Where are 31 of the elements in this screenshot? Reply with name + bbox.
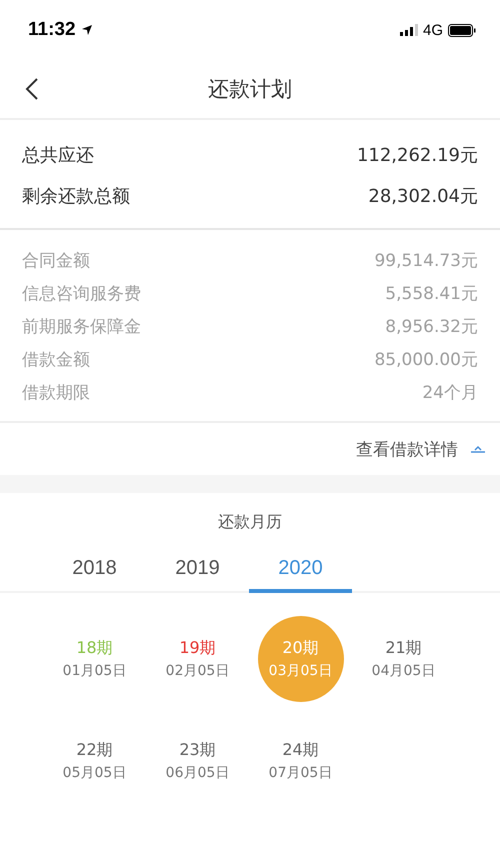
year-tab[interactable]: 2018 <box>43 549 146 593</box>
detail-value: 85,000.00元 <box>374 349 478 371</box>
network-label: 4G <box>422 22 443 38</box>
detail-label: 信息咨询服务费 <box>22 283 141 305</box>
period-item[interactable]: 19期 02月05日 <box>154 616 240 702</box>
period-item[interactable]: 18期 01月05日 <box>52 616 138 702</box>
detail-value: 5,558.41元 <box>385 283 478 305</box>
year-tab[interactable]: 2020 <box>249 549 352 593</box>
period-item[interactable]: 23期 06月05日 <box>154 718 240 804</box>
summary-value: 28,302.04元 <box>368 184 478 208</box>
detail-label: 前期服务保障金 <box>22 316 141 338</box>
detail-label: 借款金额 <box>22 349 90 371</box>
detail-label: 合同金额 <box>22 250 90 272</box>
detail-value: 24个月 <box>422 382 478 404</box>
summary-label: 剩余还款总额 <box>22 184 130 208</box>
location-arrow-icon <box>80 24 93 36</box>
detail-value: 99,514.73元 <box>374 250 478 272</box>
details-toggle[interactable]: 查看借款详情 <box>356 438 486 460</box>
detail-label: 借款期限 <box>22 382 90 404</box>
page-title: 还款计划 <box>208 76 292 103</box>
period-item[interactable]: 21期 04月05日 <box>360 616 446 702</box>
clock-time: 11:32 <box>28 19 76 41</box>
detail-value: 8,956.32元 <box>385 316 478 338</box>
calendar-title: 还款月历 <box>217 511 283 533</box>
summary-label: 总共应还 <box>22 144 94 166</box>
period-item[interactable]: 24期 07月05日 <box>258 718 344 804</box>
period-item[interactable]: 22期 05月05日 <box>52 718 138 804</box>
battery-icon <box>448 24 476 36</box>
year-tab[interactable]: 2019 <box>146 549 249 593</box>
signal-icon <box>400 24 418 36</box>
summary-value: 112,262.19元 <box>356 144 478 166</box>
